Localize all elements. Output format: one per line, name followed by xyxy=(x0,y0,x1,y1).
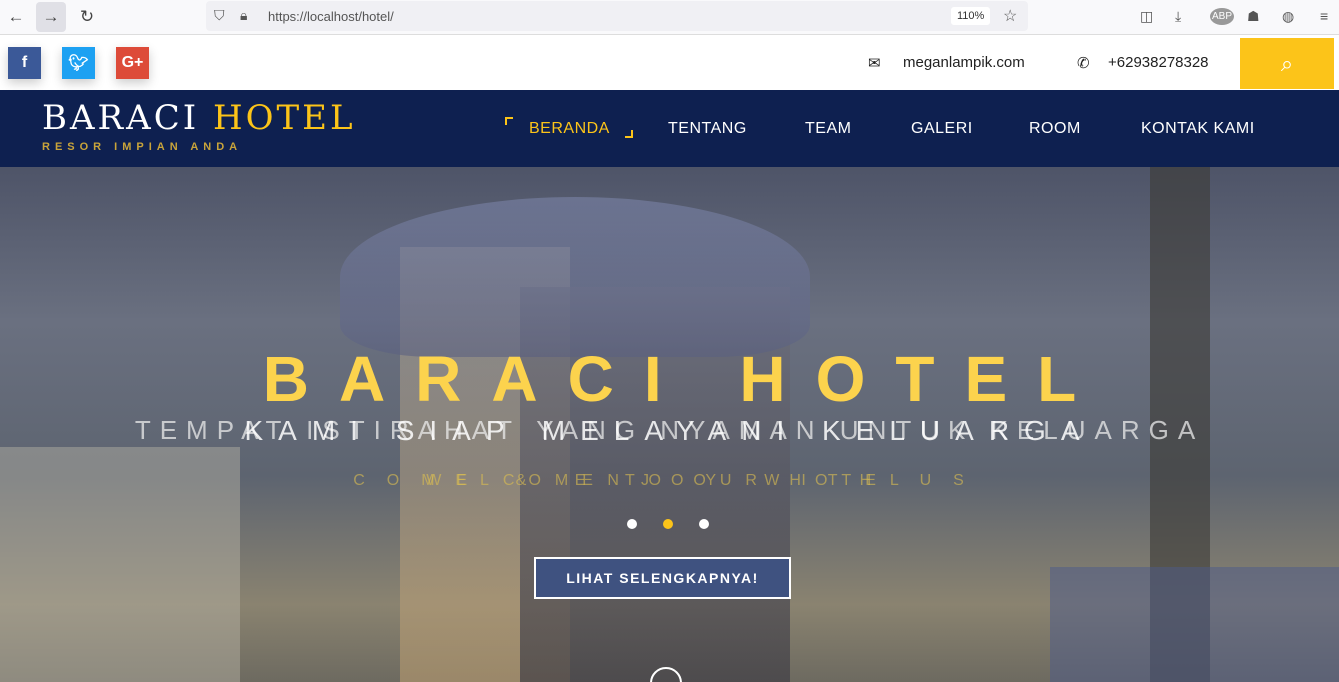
hero-title: BARACI HOTEL xyxy=(262,343,1107,415)
lock-icon: 🔒︎ xyxy=(240,7,248,23)
url-text[interactable]: https://localhost/hotel/ xyxy=(268,9,394,24)
hero-subtitle: KAMI SIAP MELAYANI KELUARGA xyxy=(244,415,1095,446)
main-nav: BARACI HOTEL RESOR IMPIAN ANDA BERANDA T… xyxy=(0,90,1339,167)
google-plus-icon: G+ xyxy=(121,54,144,71)
download-icon[interactable]: ⤓ xyxy=(1175,8,1181,25)
twitter-icon: 🐦︎ xyxy=(68,55,89,72)
slide-dot-active[interactable] xyxy=(663,519,673,529)
back-icon[interactable]: ← xyxy=(1,2,31,32)
globe-icon[interactable]: ◍ xyxy=(1282,8,1294,25)
logo[interactable]: BARACI HOTEL xyxy=(42,98,356,138)
nav-beranda[interactable]: BERANDA xyxy=(529,120,610,138)
twitter-button[interactable]: 🐦︎ xyxy=(62,47,95,79)
reload-icon[interactable]: ↻ xyxy=(72,2,102,32)
active-bracket xyxy=(625,130,633,138)
hero-bg xyxy=(340,197,810,357)
see-more-button[interactable]: LIHAT SELENGKAPNYA! xyxy=(534,557,791,599)
bookmark-star-icon[interactable]: ☆ xyxy=(1003,6,1017,26)
hero-slider: BARACI HOTEL TEMPAT ISTIRAHAT YANG NYAMA… xyxy=(0,167,1339,682)
slide-dot[interactable] xyxy=(627,519,637,529)
email-link[interactable]: meganlampik.com xyxy=(903,54,1025,71)
nav-team[interactable]: TEAM xyxy=(805,120,851,138)
url-bar[interactable]: ⛉ 🔒︎ https://localhost/hotel/ 110% ☆ xyxy=(206,1,1028,31)
shield-icon: ⛉ xyxy=(214,7,225,23)
search-button[interactable]: ⌕ xyxy=(1240,38,1334,89)
robot-icon[interactable]: ☗ xyxy=(1247,8,1260,25)
nav-room[interactable]: ROOM xyxy=(1029,120,1081,138)
hero-bg xyxy=(1050,567,1339,682)
active-bracket xyxy=(505,117,513,125)
nav-kontak-kami[interactable]: KONTAK KAMI xyxy=(1141,120,1255,138)
google-plus-button[interactable]: G+ xyxy=(116,47,149,79)
nav-galeri[interactable]: GALERI xyxy=(911,120,973,138)
envelope-icon: ✉ xyxy=(868,55,881,72)
adblock-icon[interactable]: ABP xyxy=(1210,8,1235,25)
nav-tentang[interactable]: TENTANG xyxy=(668,120,747,138)
facebook-icon: f xyxy=(21,54,28,71)
phone-number[interactable]: +62938278328 xyxy=(1108,54,1209,71)
menu-icon[interactable]: ≡ xyxy=(1320,8,1328,24)
pocket-icon[interactable]: ◫ xyxy=(1140,8,1153,25)
facebook-button[interactable]: f xyxy=(8,47,41,79)
logo-tagline: RESOR IMPIAN ANDA xyxy=(42,141,243,153)
browser-toolbar: ← → ↻ ⛉ 🔒︎ https://localhost/hotel/ 110%… xyxy=(0,0,1339,35)
search-icon: ⌕ xyxy=(1280,50,1294,76)
slide-dot[interactable] xyxy=(699,519,709,529)
zoom-level[interactable]: 110% xyxy=(951,7,991,25)
hero-tagline: WELCOME TO OUR HOTEL xyxy=(426,472,913,489)
phone-icon: ✆ xyxy=(1077,55,1090,72)
top-bar: f 🐦︎ G+ ✉ meganlampik.com ✆ +62938278328… xyxy=(0,36,1339,90)
forward-icon[interactable]: → xyxy=(36,2,66,32)
